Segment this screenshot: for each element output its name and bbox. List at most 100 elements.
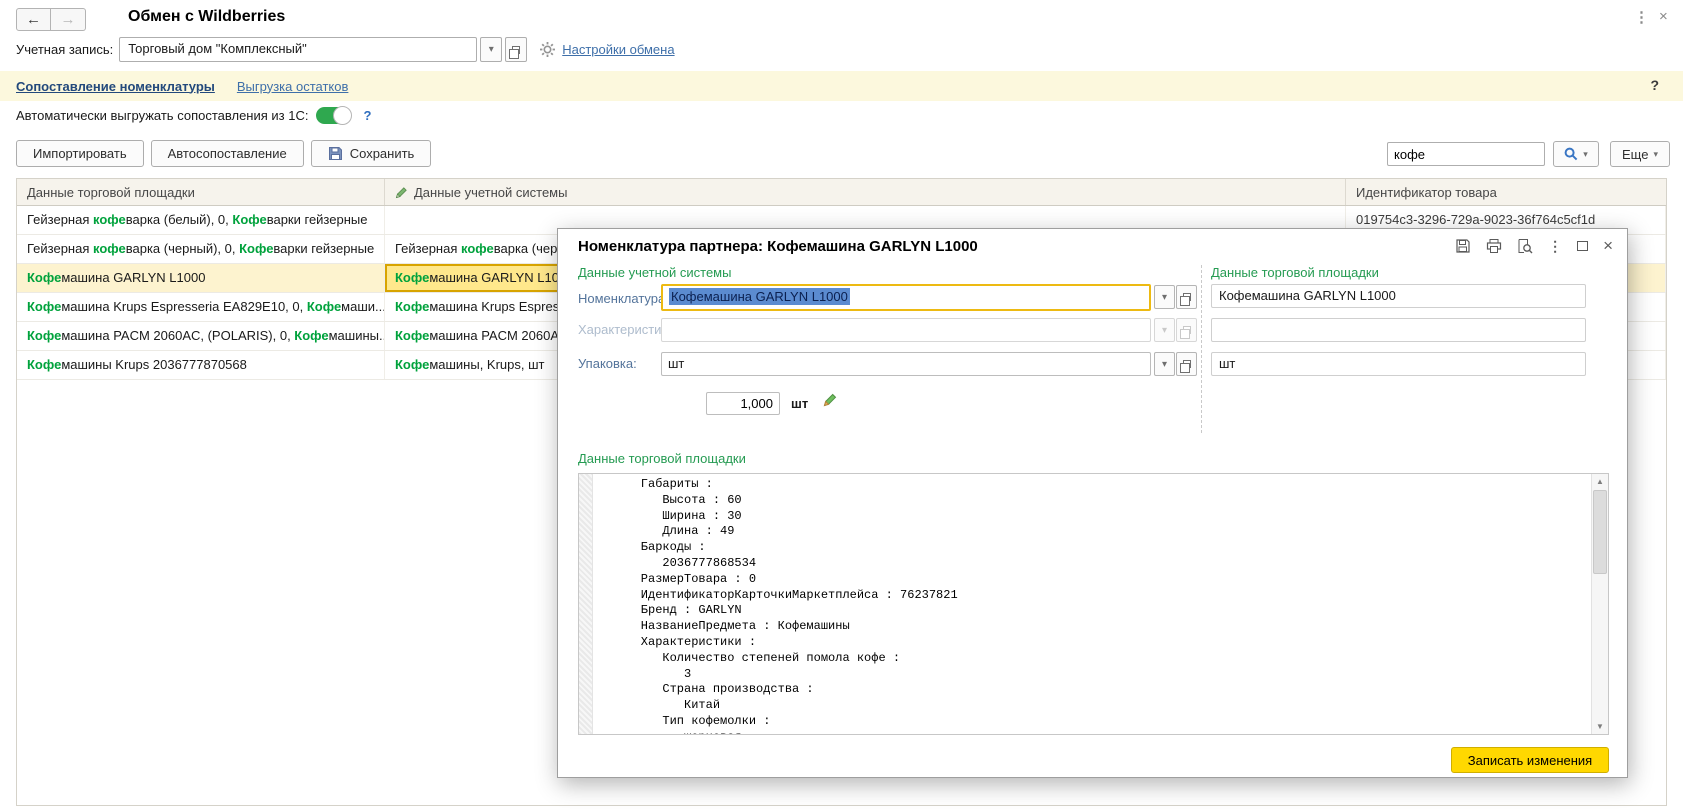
open-form-icon [512, 46, 520, 54]
account-combo[interactable]: Торговый дом "Комплексный" [119, 37, 477, 62]
back-button[interactable]: ← [16, 8, 51, 31]
save-button-label: Сохранить [350, 146, 415, 161]
package-dropdown-button[interactable]: ▾ [1154, 352, 1175, 376]
nomenclature-label: Номенклатура: [578, 291, 669, 306]
marketplace-nomenclature-field[interactable]: Кофемашина GARLYN L1000 [1211, 284, 1586, 308]
package-open-button[interactable] [1176, 352, 1197, 376]
nomenclature-dropdown-button[interactable]: ▾ [1154, 285, 1175, 309]
auto-upload-help-icon[interactable]: ? [363, 108, 371, 123]
exchange-settings-link[interactable]: Настройки обмена [562, 42, 674, 57]
history-nav-group: ← → [16, 8, 86, 31]
dialog-preview-icon[interactable] [1517, 238, 1533, 254]
package-label: Упаковка: [578, 356, 637, 371]
form-divider [1201, 265, 1202, 433]
search-input[interactable] [1388, 147, 1545, 162]
save-changes-button[interactable]: Записать изменения [1451, 747, 1609, 773]
cell-marketplace[interactable]: Кофемашины Krups 2036777870568 [17, 351, 385, 379]
scrollbar-thumb[interactable] [1593, 490, 1607, 574]
chevron-down-icon: ▾ [1162, 359, 1167, 370]
automap-button-label: Автосопоставление [168, 146, 287, 161]
marketplace-data-text: Габариты : Высота : 60 Ширина : 30 Длина… [594, 474, 1591, 734]
tab-nomenclature-mapping[interactable]: Сопоставление номенклатуры [16, 79, 215, 94]
search-area: × ▾ Еще ▾ [1387, 141, 1670, 167]
table-header: Данные торговой площадки Данные учетной … [17, 179, 1666, 206]
edit-pencil-icon[interactable] [820, 391, 837, 408]
scroll-down-icon[interactable]: ▼ [1592, 719, 1608, 734]
open-form-icon [1183, 326, 1191, 334]
scroll-up-icon[interactable]: ▲ [1592, 474, 1608, 489]
search-icon [1564, 147, 1578, 161]
window-close-icon[interactable]: × [1659, 8, 1668, 25]
column-header-label: Данные торговой площадки [27, 185, 195, 200]
band-help-icon[interactable]: ? [1650, 77, 1659, 93]
toolbar: Импортировать Автосопоставление Сохранит… [16, 140, 431, 167]
cell-marketplace[interactable]: Гейзерная кофеварка (черный), 0, Кофевар… [17, 235, 385, 263]
account-value: Торговый дом "Комплексный" [128, 41, 307, 56]
column-header-product-id[interactable]: Идентификатор товара [1346, 179, 1666, 205]
characteristic-dropdown-button[interactable]: ▾ [1154, 318, 1175, 342]
automap-button[interactable]: Автосопоставление [151, 140, 304, 167]
marketplace-package-field[interactable]: шт [1211, 352, 1586, 376]
toggle-knob [333, 106, 352, 125]
package-value: шт [668, 356, 684, 371]
column-header-marketplace[interactable]: Данные торговой площадки [17, 179, 385, 205]
marketplace-package-value: шт [1219, 356, 1235, 371]
auto-upload-toggle[interactable] [316, 107, 351, 124]
chevron-down-icon: ▾ [1162, 292, 1167, 303]
pencil-icon [395, 186, 408, 199]
marketplace-nomenclature-value: Кофемашина GARLYN L1000 [1219, 288, 1396, 303]
text-margin-strip [579, 474, 593, 734]
import-button-label: Импортировать [33, 146, 127, 161]
forward-arrow-icon: → [61, 11, 76, 28]
chevron-down-icon: ▾ [1653, 149, 1658, 160]
scrollbar[interactable]: ▲ ▼ [1591, 474, 1608, 734]
quantity-unit-label: шт [791, 396, 808, 411]
gear-icon [539, 41, 556, 58]
marketplace-data-area[interactable]: Габариты : Высота : 60 Ширина : 30 Длина… [578, 473, 1609, 735]
import-button[interactable]: Импортировать [16, 140, 144, 167]
auto-upload-label: Автоматически выгружать сопоставления из… [16, 108, 308, 123]
dialog-maximize-icon[interactable] [1577, 241, 1588, 251]
save-button[interactable]: Сохранить [311, 140, 432, 167]
cell-marketplace[interactable]: Гейзерная кофеварка (белый), 0, Кофеварк… [17, 206, 385, 234]
account-label: Учетная запись: [16, 42, 113, 57]
marketplace-section-label-top: Данные торговой площадки [1211, 265, 1379, 280]
search-box: × [1387, 142, 1545, 166]
page-title: Обмен с Wildberries [128, 8, 285, 26]
accounting-section-label: Данные учетной системы [578, 265, 731, 280]
cell-marketplace[interactable]: Кофемашина Krups Espresseria EA829E10, 0… [17, 293, 385, 321]
account-dropdown-button[interactable]: ▾ [480, 37, 502, 62]
marketplace-characteristic-field[interactable] [1211, 318, 1586, 342]
cell-marketplace[interactable]: Кофемашина GARLYN L1000 [17, 264, 385, 292]
cell-marketplace[interactable]: Кофемашина PACM 2060AC, (POLARIS), 0, Ко… [17, 322, 385, 350]
window-more-icon[interactable]: ⋮ [1634, 8, 1649, 26]
account-row: Учетная запись: Торговый дом "Комплексны… [16, 37, 675, 62]
dialog-window-buttons: ⋮ × [1455, 236, 1613, 256]
chevron-down-icon: ▾ [489, 44, 494, 55]
maximize-box-icon [1577, 241, 1588, 251]
open-form-icon [1183, 293, 1191, 301]
chevron-down-icon: ▾ [1162, 325, 1167, 336]
tab-band: Сопоставление номенклатуры Выгрузка оста… [0, 71, 1683, 101]
account-open-button[interactable] [505, 37, 527, 62]
characteristic-input[interactable] [661, 318, 1151, 342]
nomenclature-open-button[interactable] [1176, 285, 1197, 309]
characteristic-open-button[interactable] [1176, 318, 1197, 342]
quantity-input[interactable] [706, 392, 780, 415]
dialog-close-icon[interactable]: × [1603, 236, 1613, 256]
back-arrow-icon: ← [26, 11, 41, 28]
marketplace-data-section-label: Данные торговой площадки [578, 451, 746, 466]
chevron-down-icon: ▾ [1583, 149, 1588, 160]
dialog-more-icon[interactable]: ⋮ [1548, 238, 1562, 255]
forward-button[interactable]: → [51, 8, 86, 31]
tab-stock-upload[interactable]: Выгрузка остатков [237, 79, 349, 94]
package-input[interactable]: шт [661, 352, 1151, 376]
column-header-label: Данные учетной системы [414, 185, 567, 200]
search-button[interactable]: ▾ [1553, 141, 1599, 167]
dialog-print-icon[interactable] [1486, 238, 1502, 254]
more-button[interactable]: Еще ▾ [1610, 141, 1670, 167]
nomenclature-input[interactable]: Кофемашина GARLYN L1000 [661, 284, 1151, 311]
dialog-title: Номенклатура партнера: Кофемашина GARLYN… [578, 238, 978, 255]
dialog-save-icon[interactable] [1455, 238, 1471, 254]
column-header-accounting[interactable]: Данные учетной системы [385, 179, 1346, 205]
